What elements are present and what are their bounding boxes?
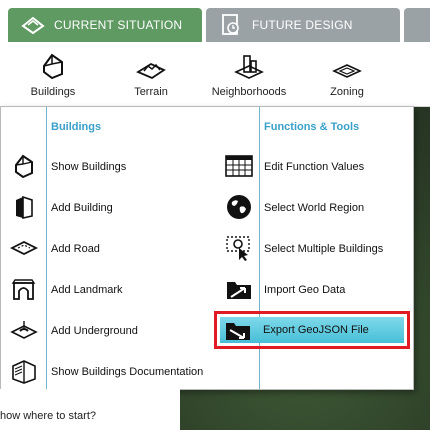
multi-select-icon	[224, 233, 254, 263]
current-situation-icon	[20, 13, 46, 37]
tab-current-label: CURRENT SITUATION	[54, 18, 183, 32]
show-buildings-label: Show Buildings	[51, 161, 127, 173]
landmark-arch-icon	[9, 274, 39, 304]
buildings-heading: Buildings	[51, 121, 102, 133]
import-geo-data-label: Import Geo Data	[264, 284, 346, 296]
book-icon	[9, 356, 39, 386]
tab-current-situation[interactable]: CURRENT SITUATION	[8, 8, 202, 42]
road-icon	[9, 233, 39, 263]
underground-icon	[9, 315, 39, 345]
ribbon-terrain[interactable]: Terrain	[106, 50, 196, 98]
menu-item-import-geo-data[interactable]: Import Geo Data	[264, 270, 345, 310]
menu-item-show-buildings-documentation[interactable]: Show Buildings Documentation	[51, 352, 203, 392]
zoning-icon	[302, 50, 392, 80]
buildings-icon	[8, 50, 98, 80]
ribbon-neighborhoods-label: Neighborhoods	[211, 86, 287, 98]
edit-function-values-label: Edit Function Values	[264, 161, 365, 173]
table-grid-icon	[224, 151, 254, 181]
menu-item-add-underground[interactable]: Add Underground	[51, 311, 138, 351]
export-geojson-file-label: Export GeoJSON File	[263, 324, 369, 336]
globe-icon	[224, 192, 254, 222]
tab-more[interactable]	[404, 8, 430, 42]
menu-item-add-road[interactable]: Add Road	[51, 229, 100, 269]
house-icon	[9, 151, 39, 181]
select-world-region-label: Select World Region	[264, 202, 365, 214]
neighborhoods-icon	[204, 50, 294, 80]
add-road-label: Add Road	[51, 243, 100, 255]
add-building-label: Add Building	[51, 202, 113, 214]
show-buildings-documentation-label: Show Buildings Documentation	[51, 366, 204, 378]
folder-export-icon	[223, 315, 253, 345]
ribbon-terrain-label: Terrain	[134, 86, 168, 98]
tab-future-label: FUTURE DESIGN	[252, 18, 353, 32]
tab-bar: CURRENT SITUATION FUTURE DESIGN	[0, 0, 430, 44]
folder-import-icon	[224, 274, 254, 304]
terrain-icon	[106, 50, 196, 80]
building-icon	[9, 192, 39, 222]
add-underground-label: Add Underground	[51, 325, 138, 337]
left-column-divider	[46, 107, 47, 389]
ribbon-zoning[interactable]: Zoning	[302, 50, 392, 98]
menu-item-select-multiple-buildings[interactable]: Select Multiple Buildings	[264, 229, 383, 269]
menu-item-edit-function-values[interactable]: Edit Function Values	[264, 147, 364, 187]
ribbon-buildings-label: Buildings	[30, 86, 76, 98]
add-landmark-label: Add Landmark	[51, 284, 123, 296]
functions-tools-heading: Functions & Tools	[264, 121, 360, 133]
tab-future-design[interactable]: FUTURE DESIGN	[206, 8, 400, 42]
menu-item-add-building[interactable]: Add Building	[51, 188, 113, 228]
menu-item-add-landmark[interactable]: Add Landmark	[51, 270, 123, 310]
select-multiple-buildings-label: Select Multiple Buildings	[264, 243, 384, 255]
ribbon-zoning-label: Zoning	[330, 86, 364, 98]
menu-item-select-world-region[interactable]: Select World Region	[264, 188, 364, 228]
menu-item-show-buildings[interactable]: Show Buildings	[51, 147, 126, 187]
export-geojson-item[interactable]: Export GeoJSON File	[263, 310, 369, 350]
future-design-icon	[218, 13, 244, 37]
ribbon-neighborhoods[interactable]: Neighborhoods	[204, 50, 294, 98]
ribbon-toolbar: Buildings Terrain Neighborhoods Zoning	[0, 44, 430, 107]
ribbon-buildings[interactable]: Buildings	[8, 50, 98, 98]
help-prompt-text[interactable]: how where to start?	[0, 410, 96, 422]
